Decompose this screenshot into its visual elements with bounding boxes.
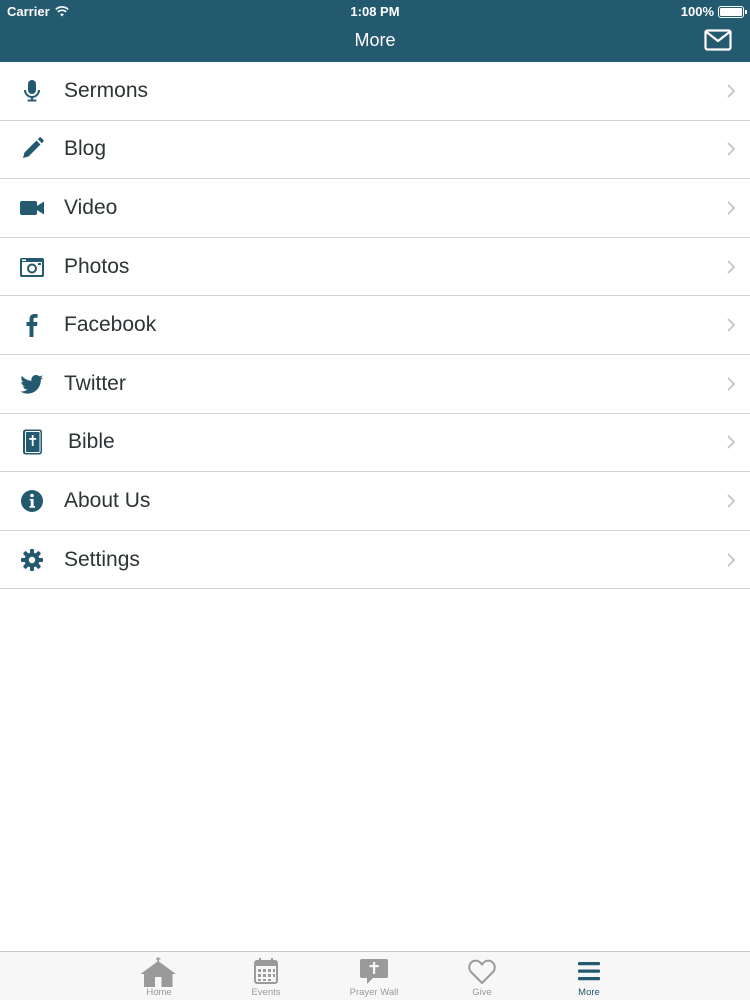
battery-icon <box>718 5 747 18</box>
status-bar: Carrier 1:08 PM 100% <box>0 0 750 22</box>
chevron-right-icon <box>727 318 736 332</box>
camera-icon <box>18 253 46 281</box>
chevron-right-icon <box>727 552 736 567</box>
video-camera-icon <box>18 194 46 222</box>
facebook-icon <box>18 311 46 339</box>
twitter-icon <box>18 370 46 398</box>
tab-prayer-wall[interactable]: Prayer Wall <box>329 952 419 1000</box>
menu-item-bible[interactable]: Bible <box>0 413 750 473</box>
tab-label: More <box>578 987 600 998</box>
battery-indicator: 100% <box>680 4 747 19</box>
heart-icon <box>468 959 496 985</box>
menu-item-label: Facebook <box>64 313 157 337</box>
menu-item-photos[interactable]: Photos <box>0 237 750 297</box>
top-bar: Carrier 1:08 PM 100% More <box>0 0 750 62</box>
bible-icon <box>18 428 46 456</box>
tab-label: Give <box>472 987 492 998</box>
battery-percent: 100% <box>680 4 714 19</box>
prayer-bubble-icon <box>360 959 388 984</box>
chevron-right-icon <box>727 259 736 274</box>
tab-label: Home <box>146 987 172 998</box>
tab-bar: Home Events Prayer Wall Give More <box>0 951 750 1000</box>
menu-item-blog[interactable]: Blog <box>0 120 750 180</box>
clock: 1:08 PM <box>350 4 400 19</box>
menu-item-label: Bible <box>68 430 115 454</box>
chevron-right-icon <box>727 201 736 215</box>
menu-item-label: Twitter <box>64 371 126 395</box>
mail-button[interactable] <box>704 29 732 51</box>
tab-events[interactable]: Events <box>221 952 311 1000</box>
microphone-icon <box>18 77 46 105</box>
tab-home[interactable]: Home <box>114 952 204 1000</box>
page-title: More <box>354 30 396 50</box>
tab-more[interactable]: More <box>544 952 634 1000</box>
chevron-right-icon <box>727 435 736 449</box>
menu-item-label: Sermons <box>64 78 149 102</box>
menu-item-label: Photos <box>64 254 130 278</box>
tab-give[interactable]: Give <box>437 952 527 1000</box>
envelope-icon <box>704 29 732 51</box>
more-menu-list: Sermons Blog Video Photos Facebook Twitt… <box>0 62 750 590</box>
menu-item-settings[interactable]: Settings <box>0 530 750 590</box>
gear-icon <box>18 546 46 574</box>
menu-item-label: About Us <box>64 488 151 512</box>
chevron-right-icon <box>727 377 736 391</box>
chevron-right-icon <box>727 494 736 508</box>
menu-item-about-us[interactable]: About Us <box>0 472 750 531</box>
info-icon <box>18 487 46 515</box>
chevron-right-icon <box>727 142 736 157</box>
pencil-icon <box>18 135 46 163</box>
hamburger-menu-icon <box>578 962 600 981</box>
tab-label: Prayer Wall <box>349 987 399 998</box>
menu-item-twitter[interactable]: Twitter <box>0 354 750 414</box>
menu-item-video[interactable]: Video <box>0 179 750 238</box>
calendar-icon <box>254 958 278 984</box>
menu-item-facebook[interactable]: Facebook <box>0 296 750 355</box>
chevron-right-icon <box>727 84 736 98</box>
menu-item-label: Video <box>64 195 118 219</box>
menu-item-label: Blog <box>64 137 107 161</box>
tab-label: Events <box>251 987 281 998</box>
menu-item-label: Settings <box>64 547 140 571</box>
menu-item-sermons[interactable]: Sermons <box>0 62 750 121</box>
church-icon <box>141 957 176 987</box>
